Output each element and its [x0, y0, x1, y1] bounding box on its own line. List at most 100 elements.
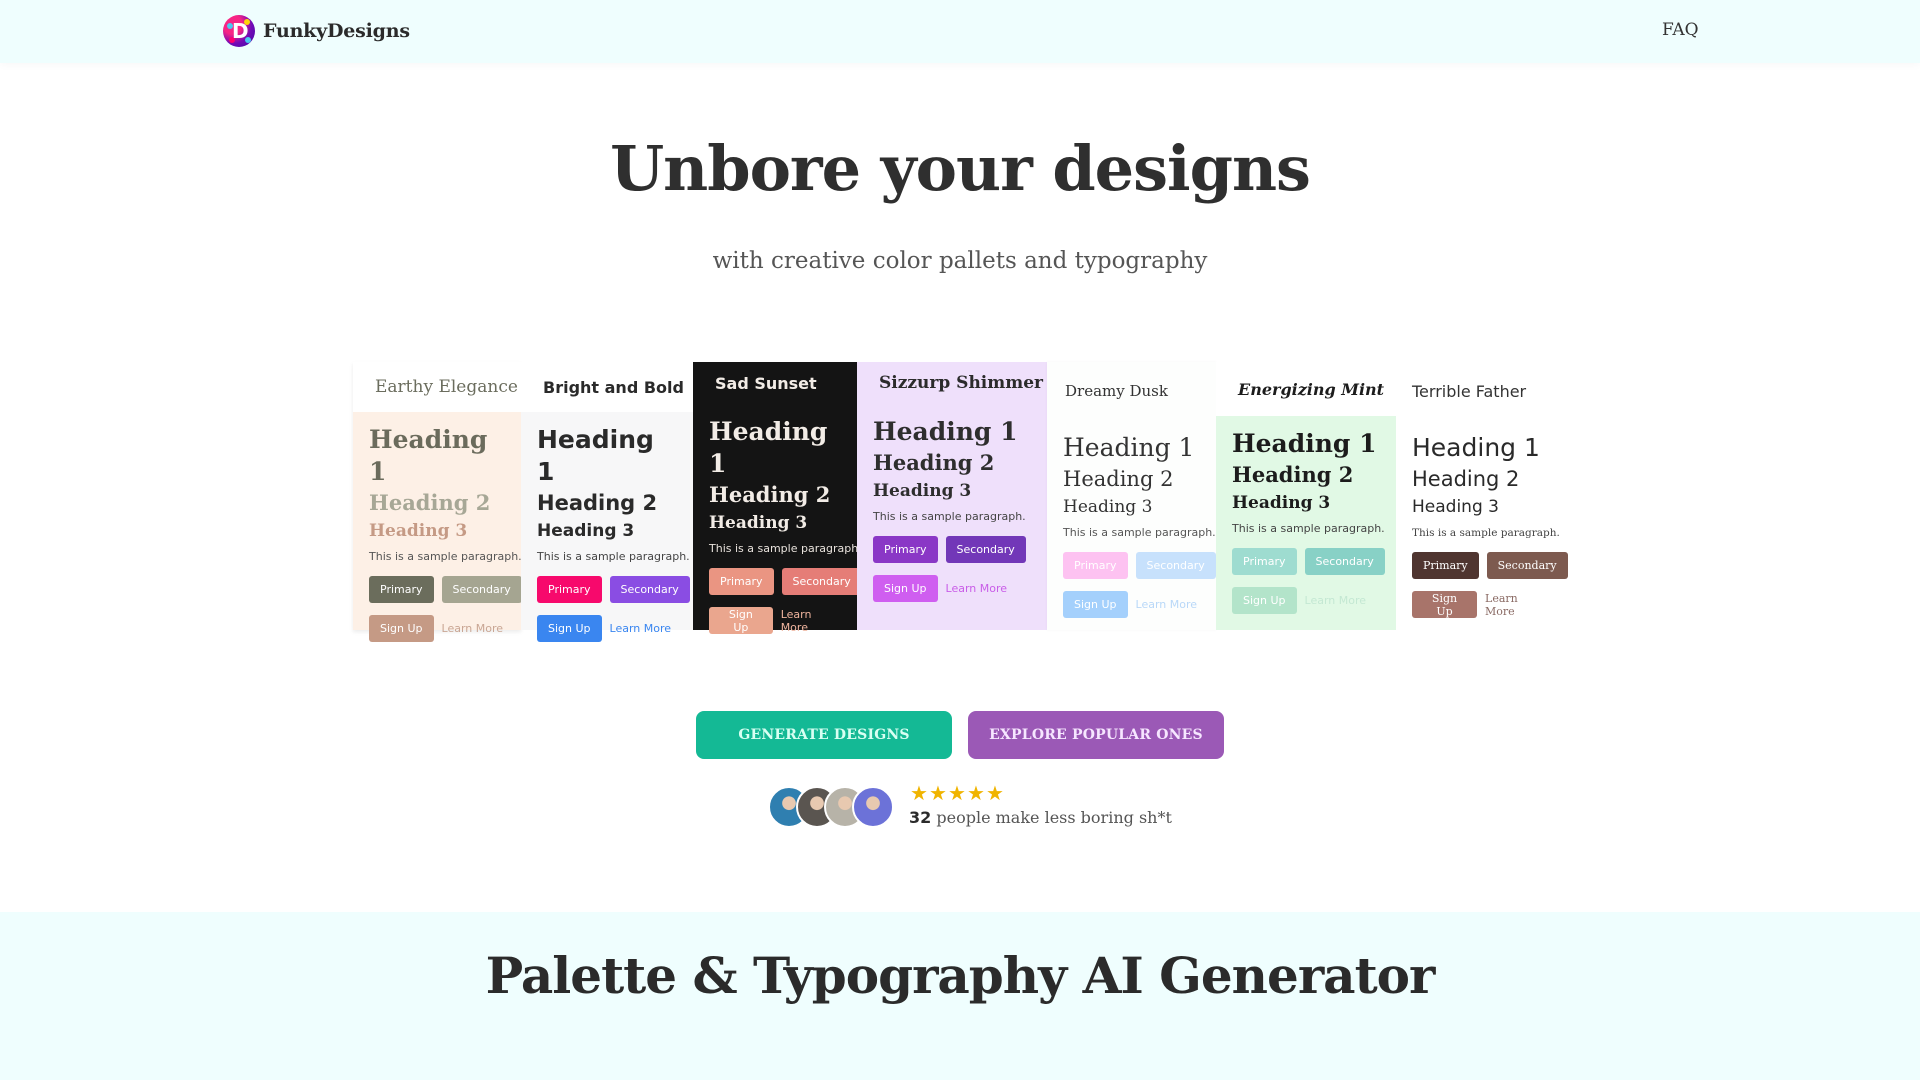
sample-signup-button[interactable]: Sign Up: [1063, 591, 1128, 618]
sample-signup-button[interactable]: Sign Up: [1412, 591, 1478, 618]
sample-primary-button[interactable]: Primary: [1232, 548, 1297, 575]
sample-title: Terrible Father: [1396, 362, 1564, 420]
sample-learn-more-link[interactable]: Learn More: [946, 582, 1008, 595]
sample-signup-button[interactable]: Sign Up: [369, 615, 434, 642]
top-nav: D FunkyDesigns FAQ: [0, 0, 1920, 63]
sample-card-dreamy-dusk: Dreamy Dusk Heading 1 Heading 2 Heading 3 Th…: [1047, 362, 1216, 630]
sample-learn-more-link[interactable]: Learn More: [1305, 594, 1367, 607]
star-icon: ★: [948, 781, 966, 805]
sample-heading-1: Heading 1: [537, 425, 654, 486]
sample-title: Bright and Bold: [521, 362, 693, 412]
sample-signup-button[interactable]: Sign Up: [537, 615, 602, 642]
sample-heading-1: Heading 1: [369, 425, 488, 486]
sample-heading-3: Heading 3: [369, 521, 468, 541]
sample-cta-row: Sign Up Learn More: [369, 615, 505, 642]
sample-heading-2: Heading 2: [873, 450, 995, 475]
sample-secondary-button[interactable]: Secondary: [945, 536, 1026, 563]
sample-body: Heading 1 Heading 2 Heading 3 This is a sam…: [1047, 420, 1216, 630]
sample-heading-3: Heading 3: [709, 513, 808, 533]
sample-learn-more-link[interactable]: Learn More: [442, 622, 504, 635]
sample-learn-more-link[interactable]: Learn More: [1485, 592, 1548, 618]
sample-signup-button[interactable]: Sign Up: [709, 607, 773, 634]
sample-title: Earthy Elegance: [353, 362, 521, 412]
sample-primary-button[interactable]: Primary: [1412, 552, 1479, 579]
sample-card-energizing-mint: Energizing Mint Heading 1 Heading 2 Heading…: [1216, 362, 1396, 630]
sample-button-row: Primary Secondary: [709, 568, 862, 595]
sample-heading-2: Heading 2: [369, 490, 491, 515]
sample-card-bright-and-bold: Bright and Bold Heading 1 Heading 2 Heading…: [521, 362, 693, 642]
sample-cta-row: Sign Up Learn More: [1412, 591, 1548, 618]
brand-logo-link[interactable]: D FunkyDesigns: [223, 15, 410, 47]
sample-secondary-button[interactable]: Secondary: [781, 568, 862, 595]
sample-body: Heading 1 Heading 2 Heading 3 This is a sam…: [521, 412, 693, 642]
sample-card-sizzurp-shimmer: Sizzurp Shimmer Heading 1 Heading 2 Heading…: [857, 362, 1047, 630]
sample-body: Heading 1 Heading 2 Heading 3 This is a sam…: [353, 412, 522, 642]
sample-heading-1: Heading 1: [709, 417, 828, 478]
sample-signup-button[interactable]: Sign Up: [873, 575, 938, 602]
sample-card-sad-sunset: Sad Sunset Heading 1 Heading 2 Heading 3 Thi…: [693, 362, 862, 634]
sample-paragraph: This is a sample paragraph.: [1412, 527, 1560, 539]
sample-primary-button[interactable]: Primary: [369, 576, 434, 603]
social-proof-caption: people make less boring sh*t: [936, 808, 1172, 827]
sample-button-row: Primary Secondary: [1063, 552, 1216, 579]
sample-heading-3: Heading 3: [1232, 493, 1331, 513]
sample-heading-3: Heading 3: [873, 481, 972, 501]
sample-primary-button[interactable]: Primary: [1063, 552, 1128, 579]
hero-title: Unbore your designs: [610, 132, 1311, 205]
generate-designs-button[interactable]: GENERATE DESIGNS: [696, 711, 952, 759]
star-icon: ★: [910, 781, 928, 805]
sample-cta-row: Sign Up Learn More: [537, 615, 677, 642]
sample-learn-more-link[interactable]: Learn More: [781, 608, 841, 634]
sample-primary-button[interactable]: Primary: [537, 576, 602, 603]
brand-name: FunkyDesigns: [263, 20, 410, 42]
sample-cta-row: Sign Up Learn More: [1063, 591, 1200, 618]
star-icon: ★: [986, 781, 1004, 805]
sample-paragraph: This is a sample paragraph.: [1232, 522, 1385, 535]
sample-card-terrible-father: Terrible Father Heading 1 Heading 2 Heading…: [1396, 362, 1568, 630]
sample-body: Heading 1 Heading 2 Heading 3 This is a sam…: [1396, 420, 1568, 630]
sample-heading-2: Heading 2: [709, 482, 831, 507]
star-icon: ★: [967, 781, 985, 805]
sample-paragraph: This is a sample paragraph.: [369, 550, 522, 563]
sample-secondary-button[interactable]: Secondary: [1486, 552, 1568, 579]
sample-learn-more-link[interactable]: Learn More: [1136, 598, 1198, 611]
sample-button-row: Primary Secondary: [537, 576, 690, 603]
sample-secondary-button[interactable]: Secondary: [609, 576, 690, 603]
sample-body: Heading 1 Heading 2 Heading 3 This is a sam…: [693, 404, 862, 634]
sample-secondary-button[interactable]: Secondary: [1135, 552, 1216, 579]
design-samples: Earthy Elegance Heading 1 Heading 2 Heading…: [353, 362, 1568, 642]
user-count: 32: [909, 808, 932, 827]
hero-subtitle: with creative color pallets and typograp…: [712, 248, 1208, 274]
sample-paragraph: This is a sample paragraph.: [537, 550, 690, 563]
nav-link-faq[interactable]: FAQ: [1662, 20, 1699, 40]
sample-body: Heading 1 Heading 2 Heading 3 This is a sam…: [1216, 416, 1396, 630]
sample-card-earthy-elegance: Earthy Elegance Heading 1 Heading 2 Heading…: [353, 362, 522, 642]
sample-heading-1: Heading 1: [873, 417, 1018, 446]
sample-heading-2: Heading 2: [1232, 462, 1354, 487]
sample-title: Sad Sunset: [693, 362, 857, 404]
sample-heading-1: Heading 1: [1063, 433, 1195, 462]
sample-button-row: Primary Secondary: [873, 536, 1031, 563]
sample-primary-button[interactable]: Primary: [873, 536, 938, 563]
sample-button-row: Primary Secondary: [1412, 552, 1568, 579]
sample-cta-row: Sign Up Learn More: [1232, 587, 1380, 614]
user-avatars: [768, 786, 894, 828]
sample-primary-button[interactable]: Primary: [709, 568, 774, 595]
sample-button-row: Primary Secondary: [1232, 548, 1385, 575]
rating-stars: ★★★★★: [910, 782, 1005, 804]
sample-signup-button[interactable]: Sign Up: [1232, 587, 1297, 614]
sample-cta-row: Sign Up Learn More: [709, 607, 841, 634]
sample-body: Heading 1 Heading 2 Heading 3 This is a sam…: [857, 404, 1047, 630]
sample-heading-2: Heading 2: [1063, 467, 1174, 491]
sample-title: Sizzurp Shimmer: [857, 362, 1047, 404]
sample-learn-more-link[interactable]: Learn More: [610, 622, 672, 635]
sample-heading-1: Heading 1: [1412, 433, 1540, 462]
sample-paragraph: This is a sample paragraph.: [709, 542, 862, 555]
sample-cta-row: Sign Up Learn More: [873, 575, 1031, 602]
sample-secondary-button[interactable]: Secondary: [441, 576, 522, 603]
user-avatar-4: [852, 786, 894, 828]
sample-button-row: Primary Secondary: [369, 576, 522, 603]
sample-secondary-button[interactable]: Secondary: [1304, 548, 1385, 575]
explore-popular-button[interactable]: EXPLORE POPULAR ONES: [968, 711, 1224, 759]
sample-title: Dreamy Dusk: [1047, 362, 1216, 420]
